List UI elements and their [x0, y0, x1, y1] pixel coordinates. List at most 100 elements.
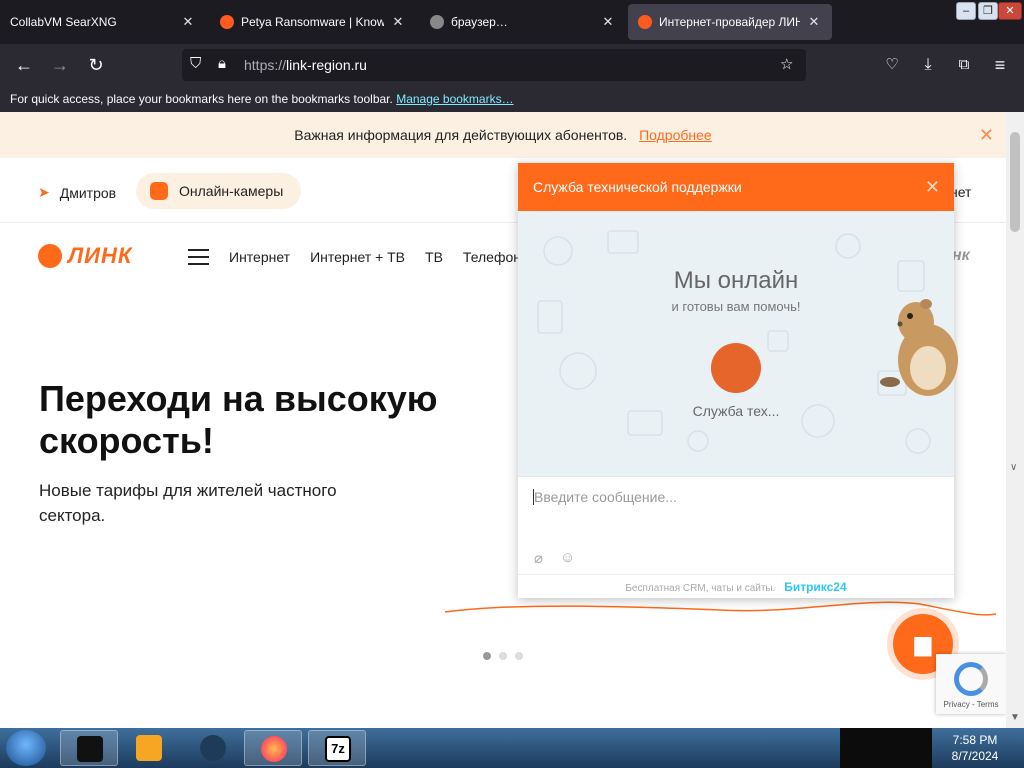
close-window-button[interactable]: ✕ [998, 2, 1022, 20]
recaptcha-terms[interactable]: Privacy - Terms [936, 700, 1006, 709]
recaptcha-badge[interactable]: Privacy - Terms [936, 654, 1006, 714]
url-host: link-region.ru [286, 57, 367, 73]
carousel-dot[interactable] [499, 652, 507, 660]
tab-third[interactable]: браузер… ✕ [420, 4, 626, 40]
link-favicon-icon [638, 15, 652, 29]
taskbar-terminal[interactable] [60, 730, 118, 766]
clock-time: 7:58 PM [952, 733, 998, 747]
hero-subtitle: Новые тарифы для жителей частного сектор… [39, 481, 337, 525]
taskbar-media-player[interactable] [120, 730, 178, 766]
knowbe4-favicon-icon [220, 15, 234, 29]
chat-input-placeholder[interactable]: Введите сообщение... [534, 489, 677, 505]
firefox-icon [261, 736, 287, 762]
bookmarks-hint: For quick access, place your bookmarks h… [10, 92, 393, 106]
taskbar-globe-app[interactable] [184, 730, 242, 766]
page-scrollbar[interactable]: ∨ ▼ [1006, 112, 1024, 728]
windows-taskbar: 7z 7:58 PM 8/7/2024 [0, 728, 1024, 768]
chat-bubble-icon: ▆ [914, 631, 932, 656]
logo-wordmark: ЛИНК [68, 243, 133, 268]
tab-title: CollabVM SearXNG [10, 15, 117, 29]
hamster-mascot-image [880, 299, 958, 396]
menu-item-tv[interactable]: ТВ [425, 249, 443, 265]
emoji-smile-icon[interactable]: ☺ [560, 549, 575, 566]
tab-petya[interactable]: Petya Ransomware | KnowBe ✕ [210, 4, 416, 40]
tab-close-icon[interactable]: ✕ [600, 14, 616, 30]
tab-collabvm[interactable]: CollabVM SearXNG ✕ [0, 4, 206, 40]
main-menu: Интернет Интернет + ТВ ТВ Телефони [229, 249, 549, 265]
tab-title: Интернет-провайдер ЛИНК [659, 15, 800, 29]
operator-name: Служба тех... [692, 403, 780, 419]
chat-close-icon[interactable]: ✕ [925, 163, 940, 211]
browser-tab-bar: CollabVM SearXNG ✕ Petya Ransomware | Kn… [0, 0, 1024, 44]
notice-text: Важная информация для действующих абонен… [294, 127, 628, 143]
url-scheme: https:// [244, 57, 287, 73]
recaptcha-logo-icon [954, 662, 988, 696]
maximize-button[interactable]: ❐ [978, 2, 998, 20]
camera-icon [150, 182, 168, 200]
bookmark-star-icon[interactable]: ☆ [780, 55, 793, 73]
extensions-icon[interactable]: ⧉ [952, 53, 976, 77]
location-name: Дмитров [59, 184, 117, 201]
attach-paperclip-icon[interactable]: ⌀ [534, 549, 543, 567]
location-arrow-icon: ➤ [38, 184, 50, 200]
scroll-down-chevron-icon[interactable]: ∨ [1010, 462, 1017, 473]
shield-icon[interactable]: ⛉ [190, 55, 201, 72]
notice-close-icon[interactable]: ✕ [979, 112, 994, 158]
system-clock[interactable]: 7:58 PM 8/7/2024 [940, 732, 1010, 764]
start-button[interactable] [6, 730, 46, 766]
globe-app-icon [200, 735, 226, 761]
screen: { "browser": { "tabs": [ {"title": "Coll… [0, 0, 1024, 768]
tab-close-icon[interactable]: ✕ [390, 14, 406, 30]
bookmarks-toolbar: For quick access, place your bookmarks h… [0, 86, 1024, 112]
globe-favicon-icon [430, 15, 444, 29]
carousel-dot[interactable] [515, 652, 523, 660]
chat-footer: Бесплатная CRM, чаты и сайты. Битрикс24 [518, 574, 954, 598]
scrollbar-thumb[interactable] [1010, 132, 1020, 232]
main-menu-hamburger-icon[interactable] [188, 249, 209, 265]
tab-close-icon[interactable]: ✕ [180, 14, 196, 30]
terminal-icon [77, 736, 103, 762]
minimize-button[interactable]: – [956, 2, 976, 20]
logo-mark-icon [38, 244, 62, 268]
online-cameras-label: Онлайн-камеры [179, 183, 284, 199]
menu-item-internet[interactable]: Интернет [229, 249, 290, 265]
reload-icon[interactable]: ↻ [84, 53, 108, 77]
back-arrow-icon[interactable]: ← [12, 53, 36, 77]
chat-message-area[interactable]: Введите сообщение... ⌀ ☺ [518, 476, 954, 574]
url-text[interactable]: https://link-region.ru [244, 57, 367, 73]
carousel-dot[interactable] [483, 652, 491, 660]
chat-header: Служба технической поддержки ✕ [518, 163, 954, 211]
menu-item-internet-tv[interactable]: Интернет + ТВ [310, 249, 405, 265]
tab-title: Petya Ransomware | KnowBe [241, 15, 384, 29]
tab-close-icon[interactable]: ✕ [806, 14, 822, 30]
taskbar-firefox[interactable] [244, 730, 302, 766]
carousel-dots [483, 652, 531, 660]
lock-icon[interactable]: 🔒︎ [218, 55, 226, 72]
media-player-icon [136, 735, 162, 761]
navigation-toolbar: ← → ↻ ⛉ 🔒︎ https://link-region.ru ☆ ♡ ⤓ … [0, 44, 1024, 86]
menu-hamburger-icon[interactable]: ≡ [988, 53, 1012, 77]
notice-banner: Важная информация для действующих абонен… [0, 112, 1006, 158]
location-selector[interactable]: ➤ Дмитров [38, 184, 116, 201]
tab-link-active[interactable]: Интернет-провайдер ЛИНК ✕ [628, 4, 832, 40]
forward-arrow-icon[interactable]: → [48, 53, 72, 77]
scroll-down-arrow-icon[interactable]: ▼ [1010, 712, 1020, 723]
pocket-icon[interactable]: ♡ [880, 53, 904, 77]
hero-title: Переходи на высокую скорость! [39, 378, 438, 461]
logo-fragment: нк [952, 247, 970, 264]
operator-avatar [711, 343, 761, 393]
link-logo[interactable]: ЛИНК [38, 243, 132, 269]
bitrix24-brand[interactable]: Битрикс24 [784, 580, 846, 594]
online-cameras-button[interactable]: Онлайн-камеры [136, 173, 301, 209]
chat-footer-text: Бесплатная CRM, чаты и сайты. [625, 583, 776, 594]
7zip-icon: 7z [325, 736, 351, 762]
manage-bookmarks-link[interactable]: Manage bookmarks… [396, 92, 513, 106]
system-tray-icons[interactable] [840, 728, 932, 768]
chat-title: Служба технической поддержки [533, 179, 742, 195]
tab-title: браузер… [451, 15, 508, 29]
address-bar[interactable]: ⛉ 🔒︎ https://link-region.ru ☆ [182, 49, 806, 81]
downloads-icon[interactable]: ⤓ [916, 53, 940, 77]
taskbar-7zip[interactable]: 7z [308, 730, 366, 766]
notice-more-link[interactable]: Подробнее [639, 127, 712, 143]
clock-date: 8/7/2024 [951, 749, 999, 763]
